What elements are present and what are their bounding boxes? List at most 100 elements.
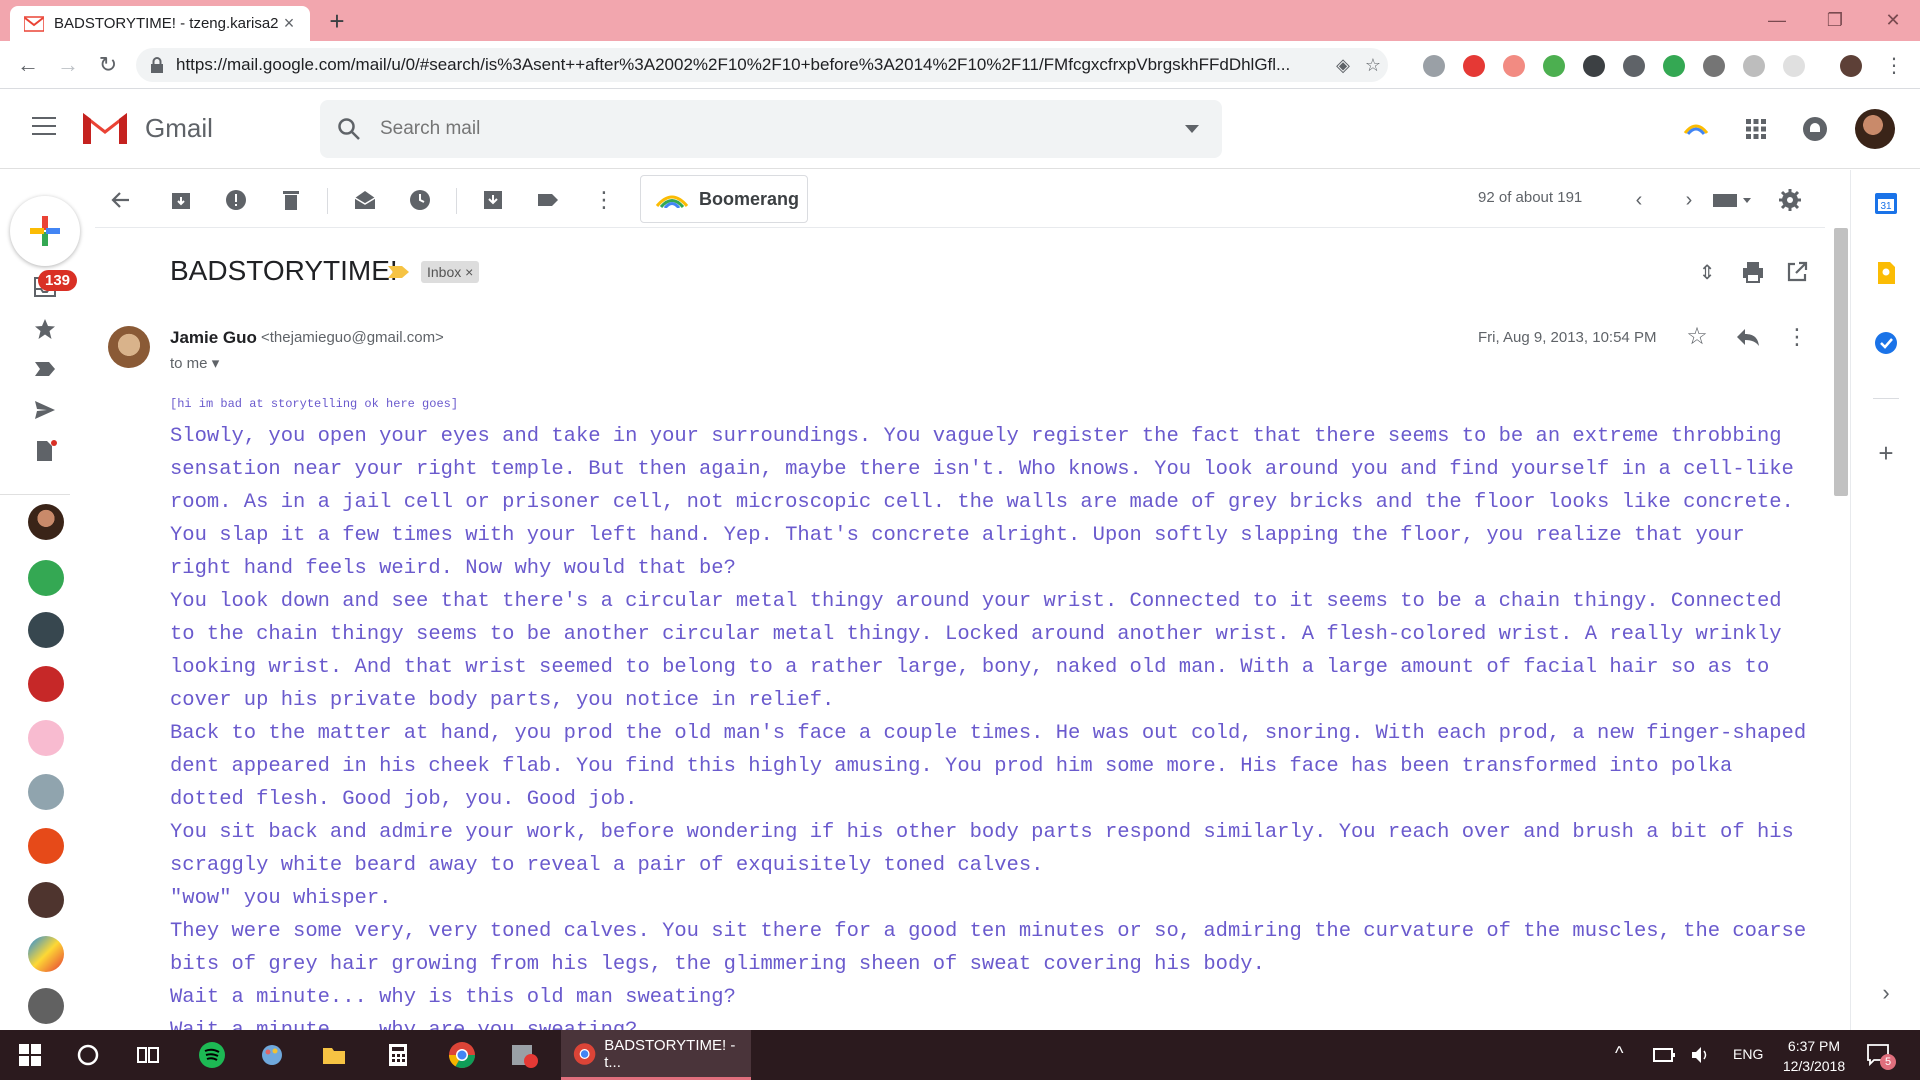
taskbar-clock[interactable]: 6:37 PM 12/3/2018: [1775, 1036, 1853, 1076]
main-menu-icon[interactable]: [32, 117, 56, 137]
chrome-menu-icon[interactable]: ⋮: [1880, 51, 1908, 79]
mark-unread-icon[interactable]: [353, 188, 377, 212]
calendar-icon[interactable]: 31: [1873, 190, 1899, 216]
hangouts-contact-avatar[interactable]: [28, 504, 64, 540]
bookmark-star-icon[interactable]: ☆: [1358, 55, 1388, 76]
tasks-icon[interactable]: [1873, 330, 1899, 356]
extension-boomerang-icon[interactable]: [1543, 55, 1565, 77]
message-more-icon[interactable]: ⋮: [1786, 324, 1808, 350]
hangouts-contact-avatar[interactable]: [28, 666, 64, 702]
extension-sync-icon[interactable]: [1583, 55, 1605, 77]
calculator-icon[interactable]: [386, 1043, 410, 1067]
extension-arrow-icon[interactable]: [1503, 55, 1525, 77]
snooze-clock-icon[interactable]: [408, 188, 432, 212]
hangouts-contact-avatar[interactable]: [28, 936, 64, 972]
chevron-down-icon[interactable]: ▾: [212, 355, 220, 372]
action-center-icon[interactable]: 5: [1866, 1042, 1896, 1070]
chrome-taskbar-icon[interactable]: [448, 1041, 476, 1069]
cortana-search-icon[interactable]: [76, 1043, 100, 1067]
inbox-label-chip[interactable]: Inbox ×: [421, 261, 480, 283]
windows-start-icon[interactable]: [18, 1043, 42, 1067]
add-addon-plus-icon[interactable]: +: [1873, 440, 1899, 466]
restore-button[interactable]: ❐: [1806, 0, 1864, 41]
minimize-button[interactable]: —: [1748, 0, 1806, 41]
expand-panel-chevron-icon[interactable]: ›: [1873, 980, 1899, 1006]
important-icon[interactable]: [33, 358, 57, 380]
browser-tab[interactable]: BADSTORYTIME! - tzeng.karisa26 ×: [10, 6, 310, 41]
gmail-logo-icon[interactable]: [80, 109, 130, 147]
new-tab-button[interactable]: +: [322, 8, 352, 36]
open-new-window-icon[interactable]: [1785, 260, 1809, 284]
extension-k-icon[interactable]: [1743, 55, 1765, 77]
notifications-bell-icon[interactable]: [1801, 115, 1829, 143]
boomerang-rainbow-icon[interactable]: [1682, 115, 1710, 143]
tab-close-icon[interactable]: ×: [278, 13, 300, 34]
star-icon[interactable]: ☆: [1684, 324, 1710, 350]
expand-all-icon[interactable]: ⇕: [1695, 260, 1719, 284]
extension-folder-icon[interactable]: [1703, 55, 1725, 77]
recipient-details-toggle[interactable]: to me ▾: [170, 354, 219, 372]
hangouts-contact-avatar[interactable]: [28, 828, 64, 864]
account-avatar[interactable]: [1855, 109, 1895, 149]
hangouts-contact-avatar[interactable]: [28, 882, 64, 918]
spotify-icon[interactable]: [198, 1041, 226, 1069]
newer-chevron-icon[interactable]: ›: [1677, 188, 1701, 212]
input-tools-keyboard-icon[interactable]: [1711, 188, 1753, 212]
task-view-icon[interactable]: [136, 1043, 160, 1067]
reply-icon[interactable]: [1735, 326, 1761, 348]
label-icon[interactable]: [536, 188, 560, 212]
address-bar[interactable]: https://mail.google.com/mail/u/0/#search…: [136, 48, 1388, 82]
show-hidden-icons-chevron-icon[interactable]: ^: [1615, 1043, 1623, 1064]
extension-mask-icon[interactable]: [1623, 55, 1645, 77]
print-icon[interactable]: [1741, 260, 1765, 284]
extension-circle-icon[interactable]: [1783, 55, 1805, 77]
starred-icon[interactable]: [33, 318, 57, 340]
sender-avatar[interactable]: [108, 326, 150, 368]
archive-icon[interactable]: [169, 188, 193, 212]
hangouts-contact-avatar[interactable]: [28, 612, 64, 648]
close-window-button[interactable]: ✕: [1864, 0, 1920, 41]
forward-icon[interactable]: →: [54, 51, 82, 79]
hangouts-contact-avatar[interactable]: [28, 988, 64, 1024]
search-options-icon[interactable]: [1162, 125, 1222, 133]
search-icon[interactable]: [336, 116, 362, 142]
search-bar[interactable]: [320, 100, 1222, 158]
more-options-icon[interactable]: ⋮: [592, 188, 616, 212]
boomerang-button[interactable]: Boomerang: [640, 175, 808, 223]
calendar-app-icon[interactable]: [510, 1041, 538, 1069]
keep-icon[interactable]: [1873, 260, 1899, 286]
apps-grid-icon[interactable]: [1742, 115, 1770, 143]
hangouts-contact-avatar[interactable]: [28, 774, 64, 810]
message-scrollbar[interactable]: [1834, 228, 1848, 496]
sent-icon[interactable]: [33, 399, 57, 421]
extension-chrome-icon[interactable]: [1663, 55, 1685, 77]
file-explorer-icon[interactable]: [322, 1043, 346, 1067]
drafts-icon[interactable]: [33, 440, 57, 462]
body-paragraph: They were some very, very toned calves. …: [170, 920, 1807, 976]
importance-marker-icon[interactable]: [388, 264, 410, 280]
reload-icon[interactable]: ↻: [94, 51, 122, 79]
compose-button[interactable]: [10, 196, 80, 266]
hangouts-contact-avatar[interactable]: [28, 560, 64, 596]
profile-avatar-icon[interactable]: [1840, 55, 1862, 77]
report-spam-icon[interactable]: [224, 188, 248, 212]
extension-globe-icon[interactable]: [1423, 55, 1445, 77]
delete-icon[interactable]: [279, 188, 303, 212]
taskbar-active-window[interactable]: BADSTORYTIME! - t...: [561, 1030, 751, 1080]
sender-name[interactable]: Jamie Guo: [170, 328, 257, 348]
paint-icon[interactable]: [260, 1043, 284, 1067]
remove-label-icon[interactable]: ×: [465, 264, 473, 280]
volume-icon[interactable]: [1690, 1045, 1712, 1065]
move-to-icon[interactable]: [481, 188, 505, 212]
hangouts-contact-avatar[interactable]: [28, 720, 64, 756]
older-chevron-icon[interactable]: ‹: [1627, 188, 1651, 212]
settings-gear-icon[interactable]: [1778, 188, 1802, 212]
extension-opera-icon[interactable]: [1463, 55, 1485, 77]
back-to-list-icon[interactable]: [109, 188, 133, 212]
back-icon[interactable]: ←: [14, 51, 42, 79]
battery-icon[interactable]: [1652, 1046, 1676, 1064]
language-indicator[interactable]: ENG: [1733, 1046, 1763, 1062]
body-paragraph: Slowly, you open your eyes and take in y…: [170, 425, 1794, 580]
extension-eye-icon[interactable]: ◈: [1328, 55, 1358, 76]
search-input[interactable]: [380, 118, 1162, 140]
